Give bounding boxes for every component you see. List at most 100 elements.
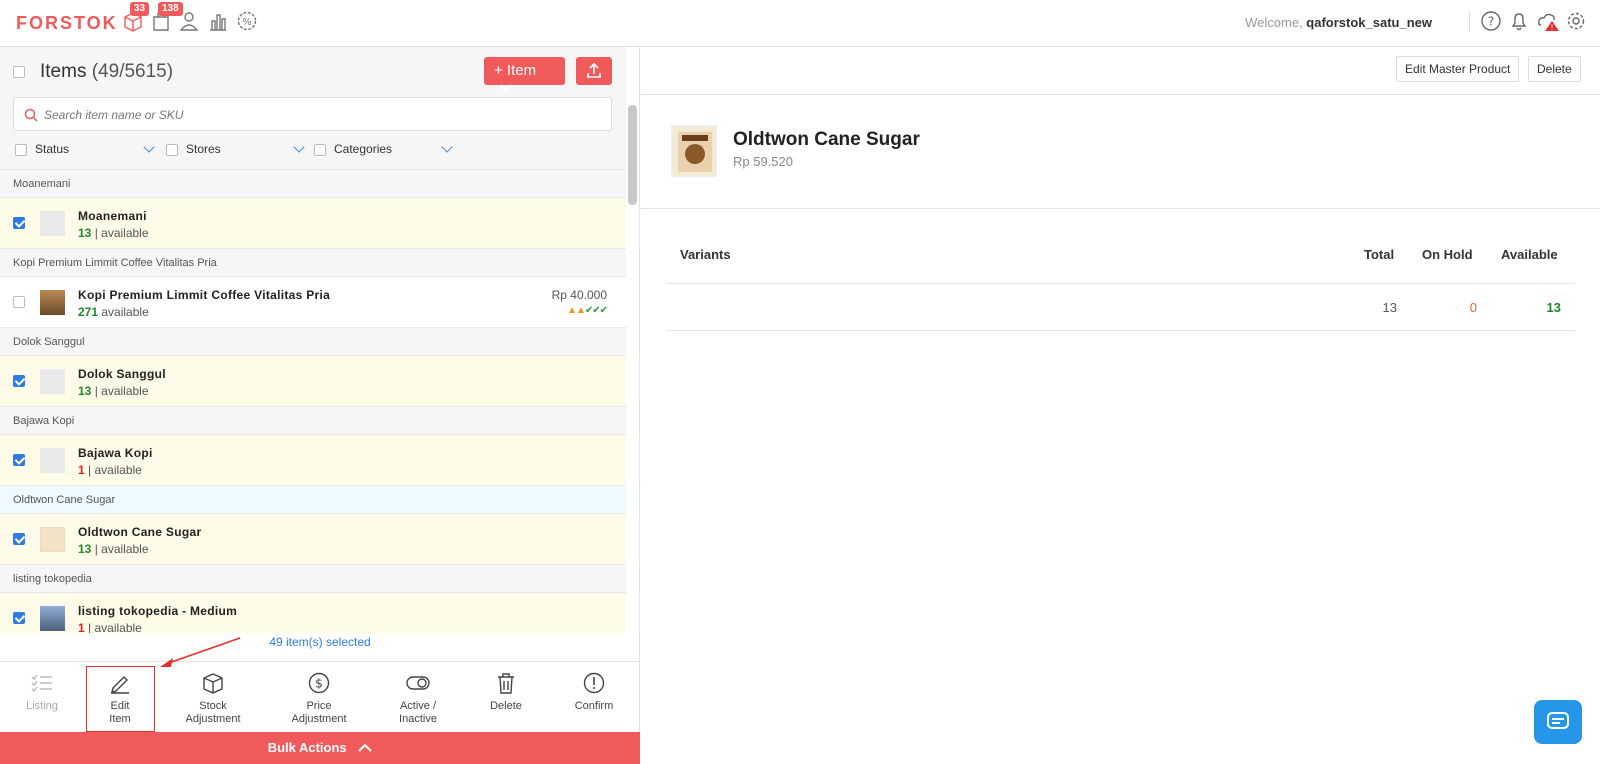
dollar-icon: $	[308, 672, 330, 694]
tool-label-line2: Adjustment	[291, 713, 347, 725]
group-header: listing tokopedia	[0, 565, 626, 593]
list-item[interactable]: Kopi Premium Limmit Coffee Vitalitas Pri…	[0, 277, 626, 328]
upload-icon	[587, 62, 601, 78]
item-name[interactable]: listing tokopedia - Medium	[78, 604, 237, 618]
filter-stores-checkbox[interactable]	[166, 143, 178, 156]
add-item-label: + Item	[494, 62, 537, 79]
divider	[666, 283, 1575, 284]
item-checkbox[interactable]	[13, 454, 25, 466]
on-hold-header: On Hold	[1422, 247, 1473, 262]
item-qty: 13	[78, 542, 92, 556]
settings-gear-icon[interactable]	[1565, 10, 1589, 34]
shipping-bag-icon[interactable]: 138	[150, 2, 183, 34]
chevron-down-icon[interactable]	[293, 141, 305, 153]
item-qty: 13	[78, 384, 92, 398]
item-checkbox[interactable]	[13, 375, 25, 387]
select-all-checkbox[interactable]	[13, 66, 25, 78]
item-checkbox[interactable]	[13, 296, 25, 308]
notification-bell-icon[interactable]	[1508, 10, 1532, 34]
list-item[interactable]: Oldtwon Cane Sugar 13 | available	[0, 514, 626, 565]
bulk-stock-adjustment-button[interactable]: Stock Adjustment	[178, 662, 248, 735]
customer-icon[interactable]	[178, 10, 202, 34]
group-header: Bajawa Kopi	[0, 407, 626, 435]
bulk-action-toolbar: Listing Edit Item Stock Adjustment $ Price…	[0, 637, 640, 735]
item-availability: 13 | available	[78, 226, 149, 240]
box-icon	[203, 673, 223, 694]
welcome-text: Welcome, qaforstok_satu_new	[1245, 15, 1432, 30]
filter-categories-checkbox[interactable]	[314, 143, 326, 156]
filter-status-label: Status	[35, 142, 70, 156]
total-header: Total	[1364, 247, 1395, 262]
item-availability: 1 | available	[78, 621, 142, 633]
bulk-delete-button[interactable]: Delete	[480, 662, 532, 735]
item-qty: 1	[78, 463, 85, 477]
forstok-logo[interactable]: FORSTOK	[16, 13, 118, 34]
item-checkbox[interactable]	[13, 612, 25, 624]
bulk-price-adjustment-button[interactable]: $ Price Adjustment	[284, 662, 354, 735]
add-item-button[interactable]: + Item	[484, 57, 565, 92]
items-list: Moanemani Moanemani 13 | available Kopi …	[0, 170, 626, 633]
check-icon: ✔✔✔	[584, 305, 608, 316]
list-scrollbar[interactable]	[628, 105, 637, 205]
filter-status[interactable]: Status	[15, 142, 69, 156]
chevron-down-icon	[500, 84, 512, 92]
item-qty: 271	[78, 305, 99, 319]
item-checkbox[interactable]	[13, 217, 25, 229]
product-title: Oldtwon Cane Sugar	[733, 129, 920, 150]
filter-status-checkbox[interactable]	[15, 143, 27, 156]
tool-label-line2: Adjustment	[185, 713, 241, 725]
chevron-down-icon[interactable]	[441, 141, 453, 153]
item-thumbnail	[40, 211, 65, 236]
bulk-confirm-button[interactable]: Confirm	[566, 662, 622, 735]
item-name[interactable]: Moanemani	[78, 209, 147, 223]
exclamation-circle-icon	[583, 672, 605, 694]
list-item[interactable]: Dolok Sanggul 13 | available	[0, 356, 626, 407]
variant-available: 13	[1546, 300, 1561, 315]
item-unit: available	[101, 305, 149, 319]
item-unit: | available	[88, 463, 142, 477]
username[interactable]: qaforstok_satu_new	[1306, 15, 1432, 30]
orders-badge: 33	[130, 2, 150, 16]
list-item[interactable]: Bajawa Kopi 1 | available	[0, 435, 626, 486]
item-availability: 13 | available	[78, 542, 149, 556]
bulk-actions-bar[interactable]: Bulk Actions	[0, 732, 640, 764]
divider	[641, 94, 1600, 95]
help-icon[interactable]: ?	[1480, 10, 1504, 34]
report-chart-icon[interactable]	[207, 10, 231, 34]
list-item[interactable]: listing tokopedia - Medium 1 | available	[0, 593, 626, 633]
tool-label: Delete	[490, 700, 522, 712]
bulk-listing-button[interactable]: Listing	[14, 662, 70, 735]
item-name[interactable]: Oldtwon Cane Sugar	[78, 525, 201, 539]
channel-status-icons: ▲▲✔✔✔	[567, 305, 608, 316]
item-name[interactable]: Kopi Premium Limmit Coffee Vitalitas Pri…	[78, 288, 330, 302]
delete-button[interactable]: Delete	[1528, 56, 1581, 82]
alert-cloud-icon[interactable]: !	[1537, 10, 1561, 34]
search-input[interactable]: Search item name or SKU	[13, 97, 612, 131]
chevron-down-icon[interactable]	[143, 141, 155, 153]
item-qty: 13	[78, 226, 92, 240]
items-panel: Items (49/5615) + Item Search item name …	[0, 47, 640, 764]
filter-categories[interactable]: Categories	[314, 142, 392, 156]
product-price: Rp 59.520	[733, 154, 793, 169]
item-availability: 13 | available	[78, 384, 149, 398]
tool-label: Stock	[199, 700, 227, 712]
item-price: Rp 40.000	[551, 288, 607, 302]
search-icon	[24, 108, 38, 122]
available-header: Available	[1501, 247, 1558, 262]
item-qty: 1	[78, 621, 85, 633]
export-upload-button[interactable]	[576, 57, 612, 85]
promotion-icon[interactable]: %	[236, 10, 260, 34]
filter-stores[interactable]: Stores	[166, 142, 221, 156]
variant-on-hold: 0	[1469, 300, 1477, 315]
bulk-active-inactive-button[interactable]: Active / Inactive	[388, 662, 448, 735]
item-checkbox[interactable]	[13, 533, 25, 545]
item-name[interactable]: Dolok Sanggul	[78, 367, 166, 381]
list-item[interactable]: Moanemani 13 | available	[0, 198, 626, 249]
item-name[interactable]: Bajawa Kopi	[78, 446, 153, 460]
top-bar: FORSTOK 33 138 % Welcome, qaforstok_satu…	[0, 0, 1600, 47]
divider	[1469, 12, 1470, 32]
orders-box-icon[interactable]: 33	[122, 2, 150, 34]
edit-master-product-button[interactable]: Edit Master Product	[1396, 56, 1520, 82]
variant-total: 13	[1382, 300, 1397, 315]
chat-support-button[interactable]	[1534, 700, 1582, 744]
